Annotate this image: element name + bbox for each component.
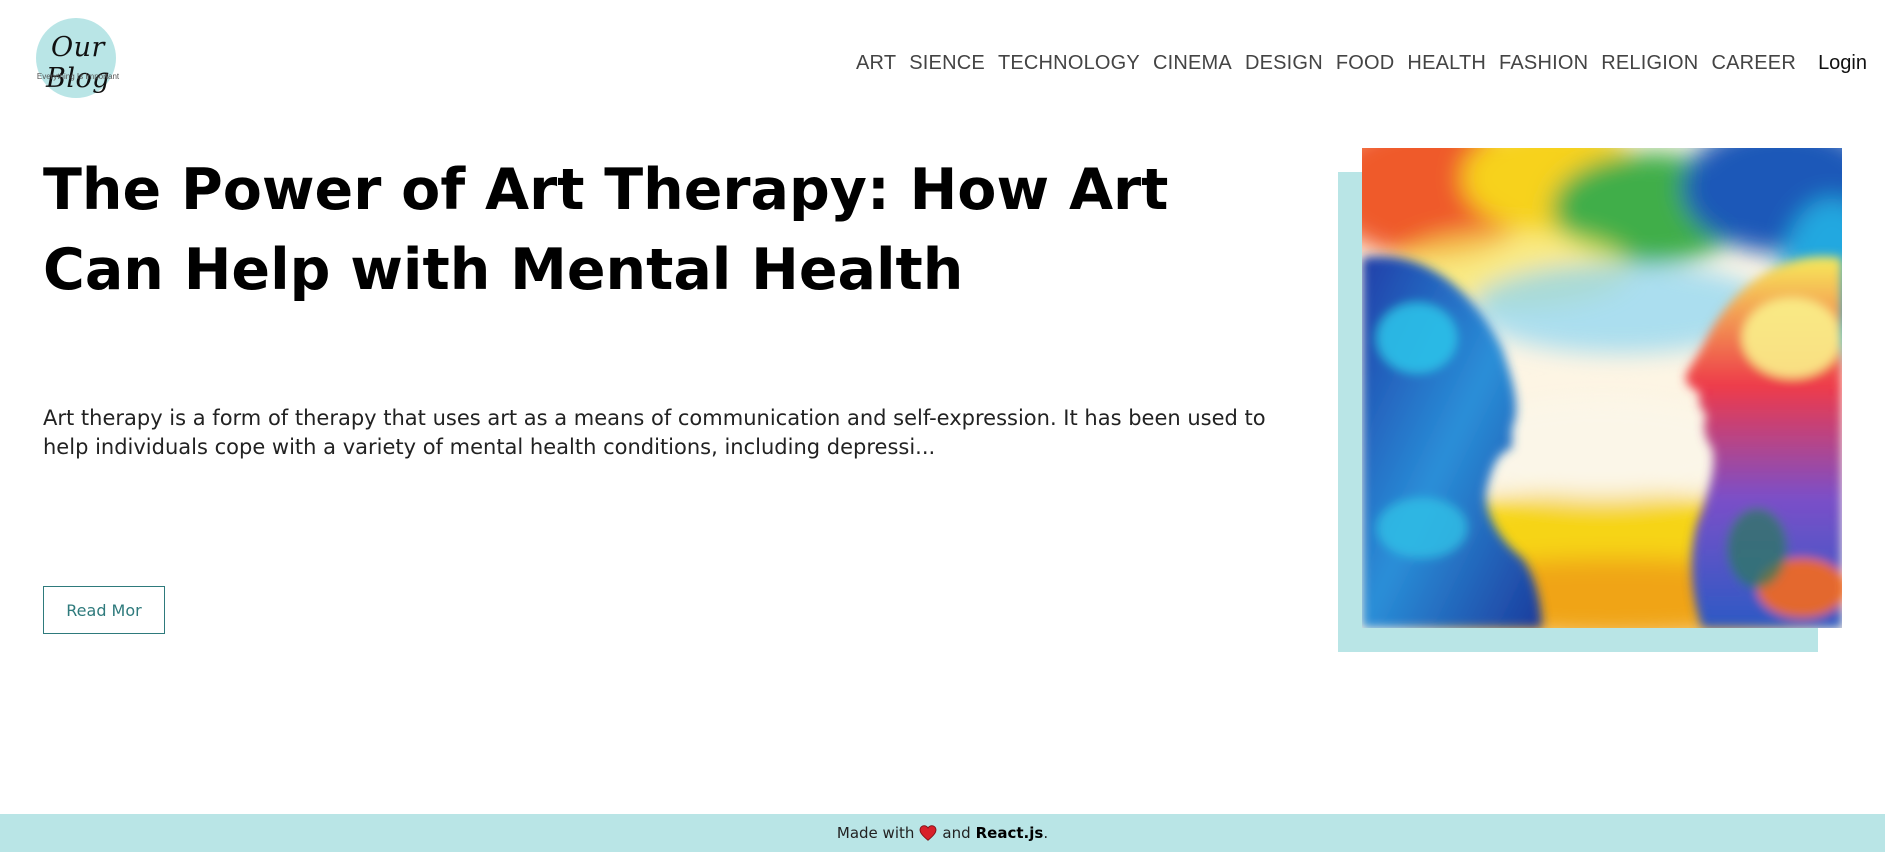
nav-link-food[interactable]: FOOD (1336, 52, 1395, 75)
post-title[interactable]: The Power of Art Therapy: How Art Can He… (43, 150, 1263, 310)
post-image-frame (1338, 148, 1842, 652)
footer-middle: and (942, 824, 971, 842)
nav-link-sience[interactable]: SIENCE (909, 52, 985, 75)
nav-link-career[interactable]: CAREER (1711, 52, 1796, 75)
featured-post: The Power of Art Therapy: How Art Can He… (43, 150, 1293, 459)
logo[interactable]: Our Blog Everything Is Important (20, 18, 136, 102)
footer-tech-name: React.js (975, 824, 1044, 842)
footer-tech: React.js. (976, 824, 1048, 842)
post-description: Art therapy is a form of therapy that us… (43, 406, 1266, 459)
login-link[interactable]: Login (1818, 52, 1867, 75)
nav-link-art[interactable]: ART (856, 52, 896, 75)
nav-link-religion[interactable]: RELIGION (1601, 52, 1698, 75)
read-more-button[interactable]: Read Mor (43, 586, 165, 634)
footer-suffix: . (1043, 824, 1049, 842)
nav-links: ART SIENCE TECHNOLOGY CINEMA DESIGN FOOD… (856, 52, 1796, 75)
nav-link-technology[interactable]: TECHNOLOGY (998, 52, 1140, 75)
logo-tagline: Everything Is Important (36, 72, 120, 81)
footer: Made with and React.js. (0, 814, 1885, 852)
post-image[interactable] (1362, 148, 1842, 628)
nav-link-fashion[interactable]: FASHION (1499, 52, 1588, 75)
nav-link-design[interactable]: DESIGN (1245, 52, 1323, 75)
navbar: Our Blog Everything Is Important ART SIE… (0, 0, 1885, 120)
nav-link-cinema[interactable]: CINEMA (1153, 52, 1232, 75)
watercolor-illustration (1362, 148, 1842, 628)
footer-prefix: Made with (836, 824, 915, 842)
nav-link-health[interactable]: HEALTH (1407, 52, 1486, 75)
logo-title: Our Blog (45, 32, 110, 94)
heart-icon (919, 825, 937, 841)
